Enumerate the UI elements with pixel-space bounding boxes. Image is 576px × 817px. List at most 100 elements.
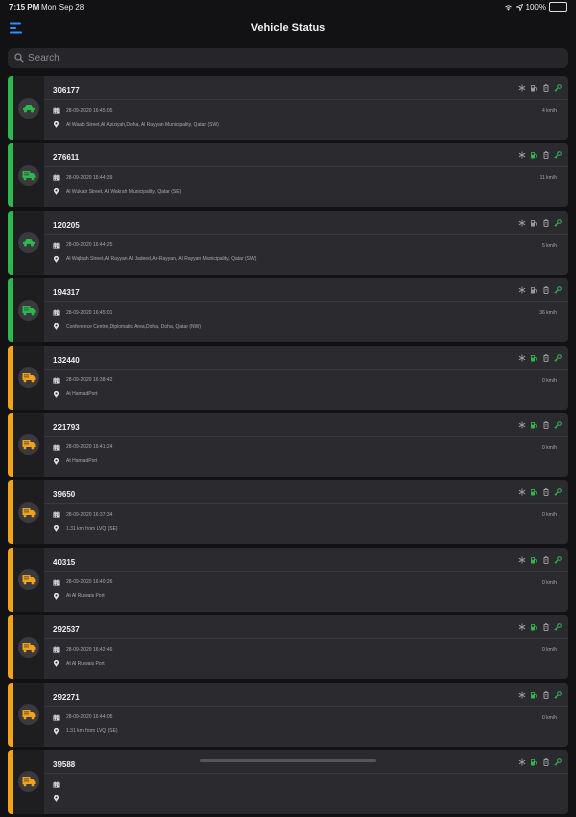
- datetime-row: 28-09-2020 16:37:34: [53, 511, 112, 518]
- fuel-icon: [531, 85, 537, 92]
- vehicle-speed: 0 km/h: [541, 714, 557, 721]
- location-row: Al Wukair Street, Al Wakrah Municipality…: [53, 188, 181, 196]
- vehicle-datetime: 28-09-2020 16:42:46: [66, 646, 113, 653]
- vehicle-id: 221793: [53, 422, 80, 432]
- ac-icon: [518, 421, 526, 429]
- ac-icon: [518, 758, 526, 766]
- vehicle-location: Al Waab Street,Al Aziziyah,Doha, Al Rayy…: [66, 121, 219, 128]
- vehicle-datetime: 28-09-2020 16:37:34: [66, 511, 113, 518]
- vehicle-list: 306177 28-09-2020 16:45:05 4 km/h Al Waab S…: [8, 76, 568, 817]
- vehicle-speed: 0 km/h: [541, 377, 557, 384]
- card-divider: [44, 99, 568, 100]
- datetime-row: 28-09-2020 16:45:05: [53, 107, 112, 114]
- vehicle-avatar-column: [13, 412, 44, 477]
- vehicle-card[interactable]: 194317 28-09-2020 16:45:01 36 km/h Conferen…: [8, 278, 568, 343]
- fuel-icon: [531, 624, 537, 631]
- vehicle-card[interactable]: 276611 28-09-2020 16:44:39 11 km/h Al Wukai…: [8, 143, 568, 208]
- vehicle-datetime: 28-09-2020 16:45:05: [66, 107, 113, 114]
- search-bar[interactable]: [8, 48, 568, 68]
- battery-status-icon: [543, 556, 549, 564]
- location-row: At Al Ruwais Port: [53, 660, 105, 667]
- battery-status-icon: [543, 421, 549, 429]
- vehicle-card[interactable]: 132440 28-09-2020 16:38:42 0 km/h At HamadP…: [8, 345, 568, 410]
- battery-icon: [549, 2, 567, 12]
- calendar-icon: [53, 174, 60, 181]
- vehicle-datetime: 28-09-2020 16:40:26: [66, 579, 113, 586]
- location-pin-icon: [53, 323, 60, 330]
- search-input[interactable]: [28, 52, 548, 64]
- ignition-key-icon: [554, 151, 562, 159]
- home-indicator: [200, 759, 376, 762]
- vehicle-id: 39650: [53, 490, 76, 500]
- fuel-icon: [531, 152, 537, 159]
- truck-icon: [22, 777, 35, 787]
- vehicle-speed: 36 km/h: [539, 310, 557, 317]
- vehicle-card[interactable]: 39650 28-09-2020 16:37:34 0 km/h 1.31 km fr…: [8, 480, 568, 545]
- vehicle-speed: 4 km/h: [541, 108, 557, 114]
- vehicle-card[interactable]: 306177 28-09-2020 16:45:05 4 km/h Al Waab S…: [8, 76, 568, 140]
- vehicle-avatar: [18, 367, 39, 389]
- status-bar: 7:15 PM Mon Sep 28 100%: [0, 0, 576, 14]
- vehicle-status-icons: [518, 690, 562, 699]
- vehicle-status-icons: [518, 84, 562, 92]
- datetime-row: 28-09-2020 16:44:05: [53, 713, 112, 721]
- truck-icon: [22, 305, 35, 316]
- location-pin-icon: [53, 794, 60, 802]
- battery-status-icon: [543, 151, 549, 160]
- vehicle-card[interactable]: 292537 28-09-2020 16:42:46 0 km/h At Al Ruw…: [8, 615, 568, 680]
- location-row: At HamadPort: [53, 390, 98, 398]
- datetime-row: [53, 781, 66, 788]
- vehicle-datetime: 28-09-2020 16:44:25: [66, 242, 113, 249]
- vehicle-speed: 11 km/h: [539, 175, 557, 182]
- ignition-key-icon: [554, 286, 562, 294]
- location-row: At HamadPort: [53, 457, 98, 465]
- calendar-icon: [53, 646, 60, 653]
- vehicle-status-icons: [518, 421, 562, 429]
- vehicle-card[interactable]: 292271 28-09-2020 16:44:05 0 km/h 1.31 km f…: [8, 682, 568, 747]
- ignition-key-icon: [554, 690, 562, 699]
- vehicle-avatar-column: [13, 547, 44, 612]
- vehicle-id: 194317: [53, 288, 80, 298]
- vehicle-speed: 0 km/h: [541, 512, 557, 519]
- vehicle-status-icons: [518, 555, 562, 564]
- battery-status-icon: [543, 488, 549, 497]
- vehicle-status-icons: [518, 488, 562, 497]
- calendar-icon: [53, 309, 60, 316]
- ignition-key-icon: [554, 421, 562, 429]
- card-divider: [44, 166, 568, 168]
- fuel-icon: [531, 758, 537, 766]
- vehicle-location: At HamadPort: [66, 458, 98, 465]
- vehicle-avatar-column: [13, 210, 44, 275]
- vehicle-avatar-column: [13, 682, 44, 747]
- datetime-row: 28-09-2020 16:44:25: [53, 242, 112, 249]
- fuel-icon: [531, 556, 537, 564]
- status-date: Mon Sep 28: [41, 3, 85, 12]
- location-pin-icon: [53, 525, 60, 533]
- datetime-row: 28-09-2020 16:41:24: [53, 444, 112, 451]
- vehicle-datetime: 28-09-2020 16:45:01: [66, 309, 113, 316]
- vehicle-avatar-column: [13, 143, 44, 208]
- fuel-icon: [531, 287, 537, 294]
- location-pin-icon: [53, 390, 60, 398]
- vehicle-location: At HamadPort: [66, 391, 98, 398]
- calendar-icon: [53, 781, 60, 788]
- vehicle-status-icons: [518, 623, 562, 632]
- vehicle-location: 1.31 km from LVQ (SE): [66, 525, 118, 532]
- vehicle-speed: 5 km/h: [541, 242, 557, 249]
- vehicle-avatar: [18, 704, 39, 726]
- navigation-bar: Vehicle Status: [0, 14, 576, 44]
- calendar-icon: [53, 376, 60, 384]
- status-time: 7:15 PM: [9, 3, 40, 12]
- vehicle-card[interactable]: 120205 28-09-2020 16:44:25 5 km/h Al Wajbah…: [8, 210, 568, 275]
- car-icon: [22, 239, 35, 247]
- battery-status-icon: [543, 690, 549, 699]
- ac-icon: [518, 488, 526, 496]
- calendar-icon: [53, 107, 60, 114]
- card-divider: [44, 233, 568, 235]
- vehicle-card[interactable]: 221793 28-09-2020 16:41:24 0 km/h At HamadP…: [8, 412, 568, 477]
- fuel-icon: [531, 354, 537, 362]
- wifi-icon: [504, 4, 512, 11]
- vehicle-card[interactable]: 40315 28-09-2020 16:40:26 0 km/h At Al Ruwa…: [8, 547, 568, 612]
- truck-icon: [22, 710, 35, 720]
- location-pin-icon: [53, 188, 60, 196]
